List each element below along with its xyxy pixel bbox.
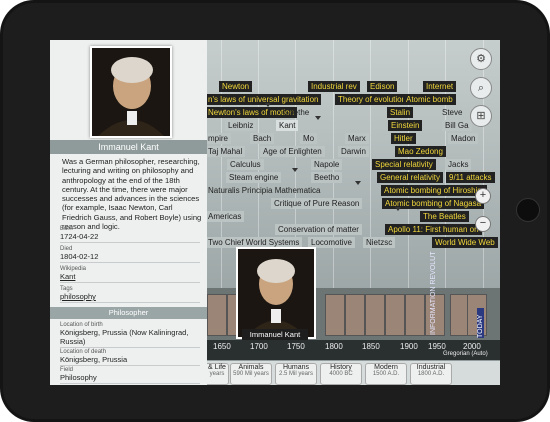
event-conservation[interactable]: Conservation of matter <box>275 224 362 235</box>
settings-icon[interactable]: ⚙ <box>470 48 492 70</box>
event-madonna[interactable]: Madon <box>448 133 479 144</box>
event-atomic-bomb[interactable]: Atomic bomb <box>403 94 456 105</box>
field-field: Field Philosophy <box>60 367 200 384</box>
year-tick: 1650 <box>213 342 231 351</box>
event-calculus[interactable]: Calculus <box>227 159 264 170</box>
event-darwin[interactable]: Darwin <box>338 146 369 157</box>
event-mao[interactable]: Mao Zedong <box>395 146 446 157</box>
event-goethe[interactable]: Goethe <box>280 107 312 118</box>
zoom-out-button[interactable]: − <box>475 216 491 232</box>
era-animals[interactable]: Animals 590 Mil years <box>230 363 272 385</box>
era-industrial[interactable]: Industrial 1800 A.D. <box>410 363 452 385</box>
kant-portrait <box>90 46 172 138</box>
event-general-relativity[interactable]: General relativity <box>377 172 444 183</box>
event-beethoven[interactable]: Beetho <box>311 172 343 183</box>
event-taj-mahal[interactable]: Taj Mahal <box>205 146 246 157</box>
event-evolution[interactable]: Theory of evolution <box>335 94 410 105</box>
home-button[interactable] <box>516 198 540 222</box>
app-screen: Newton Industrial rev Edison Internet n'… <box>50 40 500 385</box>
event-napoleon[interactable]: Napole <box>311 159 343 170</box>
event-newton[interactable]: Newton <box>219 81 253 92</box>
kant-marker-label[interactable]: Immanuel Kant <box>242 329 308 340</box>
event-bill-gates[interactable]: Bill Ga <box>442 120 472 131</box>
search-icon[interactable]: ⌕ <box>470 77 492 99</box>
field-location-birth: Location of birth Königsberg, Prussia (N… <box>60 322 200 348</box>
era-life[interactable]: & Life years <box>205 363 229 385</box>
field-born: Born 1724-04-22 <box>60 226 200 243</box>
event-steam-engine[interactable]: Steam engine <box>226 172 282 183</box>
person-name: Immanuel Kant <box>50 140 207 154</box>
event-edison[interactable]: Edison <box>367 81 398 92</box>
event-hiroshima[interactable]: Atomic bombing of Hiroshim <box>381 185 488 196</box>
year-tick: 1700 <box>250 342 268 351</box>
event-einstein[interactable]: Einstein <box>388 120 423 131</box>
year-tick: 1950 <box>428 342 446 351</box>
year-tick: 1900 <box>400 342 418 351</box>
calendar-mode[interactable]: Gregorian (Auto) <box>443 351 488 357</box>
event-jackson[interactable]: Jacks <box>445 159 472 170</box>
era-humans[interactable]: Humans 2.5 Mil years <box>275 363 317 385</box>
tag-filter-icon[interactable]: ⊞ <box>470 105 492 127</box>
event-internet[interactable]: Internet <box>423 81 457 92</box>
event-911[interactable]: 9/11 attacks <box>446 172 495 183</box>
year-tick: 2000 <box>463 342 481 351</box>
person-role: Philosopher <box>50 307 207 319</box>
field-location-death: Location of death Königsberg, Prussia <box>60 349 200 366</box>
year-tick: 1800 <box>325 342 343 351</box>
kant-portrait-marker[interactable] <box>236 247 316 339</box>
tablet-frame: Newton Industrial rev Edison Internet n'… <box>0 0 550 422</box>
event-special-relativity[interactable]: Special relativity <box>372 159 436 170</box>
field-died: Died 1804-02-12 <box>60 246 200 263</box>
field-tags[interactable]: Tags philosophy <box>60 286 200 303</box>
person-description: Was a German philosopher, researching, l… <box>62 157 202 232</box>
zoom-in-button[interactable]: + <box>475 188 491 204</box>
year-tick: 1850 <box>362 342 380 351</box>
year-ruler[interactable]: 1650 1700 1750 1800 1850 1900 1950 2000 … <box>205 340 500 360</box>
event-americas[interactable]: Americas <box>205 211 245 222</box>
event-marx[interactable]: Marx <box>345 133 369 144</box>
field-wikipedia[interactable]: Wikipedia Kant <box>60 266 200 283</box>
event-steve[interactable]: Steve <box>439 107 465 118</box>
event-principia[interactable]: Naturalis Principia Mathematica <box>205 185 324 196</box>
event-apollo[interactable]: Apollo 11: First human on <box>385 224 482 235</box>
event-mozart[interactable]: Mo <box>300 133 318 144</box>
event-beatles[interactable]: The Beatles <box>420 211 469 222</box>
event-kant[interactable]: Kant <box>276 120 299 131</box>
era-modern[interactable]: Modern 1500 A.D. <box>365 363 407 385</box>
era-bar: & Life years Animals 590 Mil years Humans 2… <box>205 361 500 385</box>
today-label[interactable]: TODAY <box>477 308 484 338</box>
event-pure-reason[interactable]: Critique of Pure Reason <box>271 198 363 209</box>
event-enlightenment[interactable]: Age of Enlighten <box>260 146 325 157</box>
era-history[interactable]: History 4000 BC <box>320 363 362 385</box>
event-gravitation[interactable]: n's laws of universal gravitation <box>205 94 322 105</box>
event-nietzsche[interactable]: Nietzsc <box>363 237 396 248</box>
event-leibniz[interactable]: Leibniz <box>225 120 257 131</box>
event-stalin[interactable]: Stalin <box>387 107 414 118</box>
event-bach[interactable]: Bach <box>250 133 275 144</box>
info-revolution-label: INFORMATION REVOLUT <box>430 251 437 335</box>
year-tick: 1750 <box>287 342 305 351</box>
event-industrial-revolution[interactable]: Industrial rev <box>308 81 360 92</box>
event-www[interactable]: World Wide Web <box>432 237 498 248</box>
event-empire[interactable]: mpire <box>205 133 232 144</box>
person-info-panel: Immanuel Kant Was a German philosopher, … <box>50 40 207 385</box>
event-hitler[interactable]: Hitler <box>391 133 416 144</box>
